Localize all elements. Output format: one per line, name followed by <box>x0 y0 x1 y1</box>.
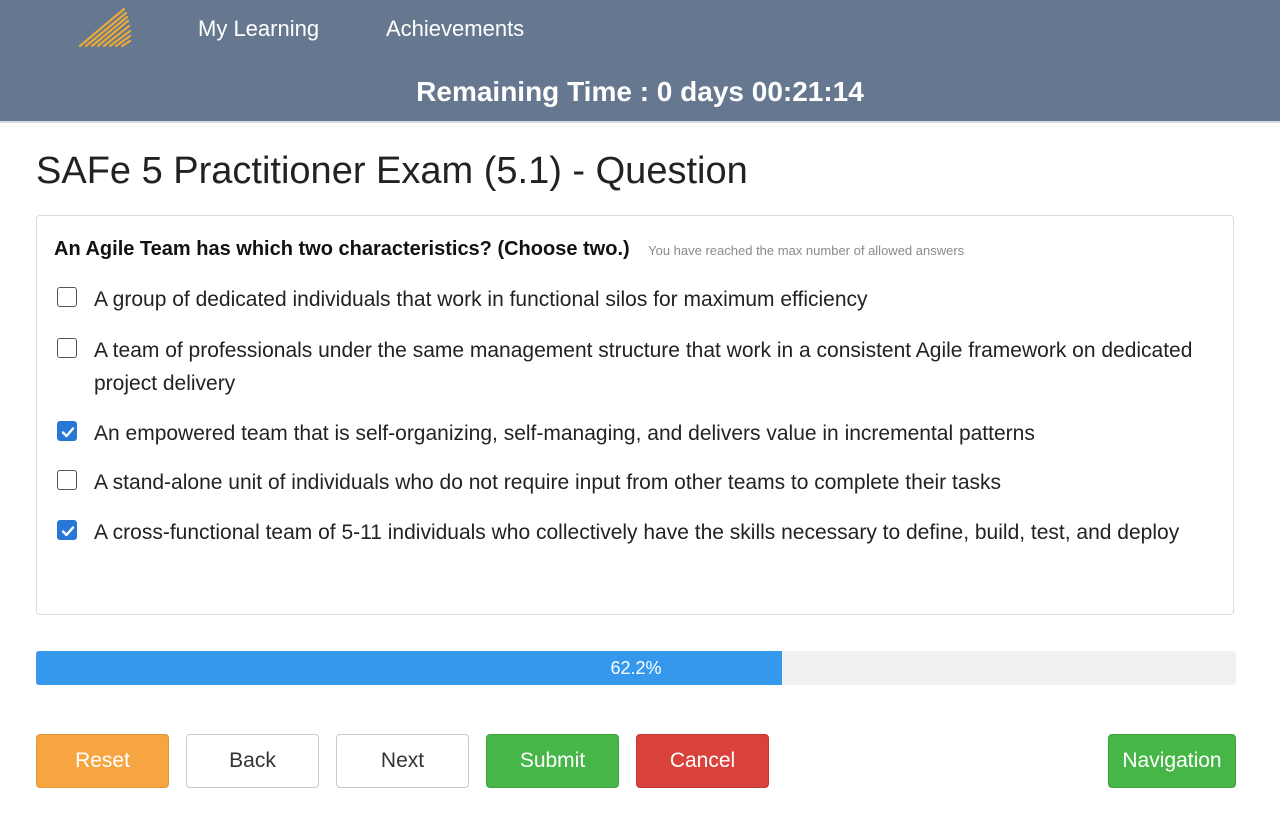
answer-label[interactable]: A cross-functional team of 5-11 individu… <box>94 516 1224 549</box>
answer-checkbox-checked[interactable] <box>57 421 77 441</box>
answer-label[interactable]: A group of dedicated individuals that wo… <box>94 283 1224 316</box>
checkmark-icon <box>61 427 75 438</box>
answer-checkbox-checked[interactable] <box>57 520 77 540</box>
progress-label: 62.2% <box>610 658 662 678</box>
page-title: SAFe 5 Practitioner Exam (5.1) - Questio… <box>36 150 748 192</box>
progress-bar: 62.2% <box>36 651 1236 685</box>
reset-button[interactable]: Reset <box>36 734 169 788</box>
navigation-button[interactable]: Navigation <box>1108 734 1236 788</box>
next-button[interactable]: Next <box>336 734 469 788</box>
question-card: An Agile Team has which two characterist… <box>36 215 1234 615</box>
question-header: An Agile Team has which two characterist… <box>54 238 964 261</box>
nav-my-learning[interactable]: My Learning <box>198 16 319 42</box>
answer-checkbox[interactable] <box>57 287 77 307</box>
answer-label[interactable]: A team of professionals under the same m… <box>94 334 1224 400</box>
question-text: An Agile Team has which two characterist… <box>54 238 630 260</box>
remaining-time: Remaining Time : 0 days 00:21:14 <box>416 76 864 107</box>
nav-achievements[interactable]: Achievements <box>386 16 524 42</box>
striped-triangle-logo[interactable] <box>78 6 132 48</box>
answer-label[interactable]: A stand-alone unit of individuals who do… <box>94 466 1224 499</box>
back-button[interactable]: Back <box>186 734 319 788</box>
max-answers-note: You have reached the max number of allow… <box>648 243 965 258</box>
checkmark-icon <box>61 526 75 537</box>
answer-checkbox[interactable] <box>57 338 77 358</box>
cancel-button[interactable]: Cancel <box>636 734 769 788</box>
top-header: My Learning Achievements Remaining Time … <box>0 0 1280 123</box>
answer-checkbox[interactable] <box>57 470 77 490</box>
answer-label[interactable]: An empowered team that is self-organizin… <box>94 417 1224 450</box>
submit-button[interactable]: Submit <box>486 734 619 788</box>
